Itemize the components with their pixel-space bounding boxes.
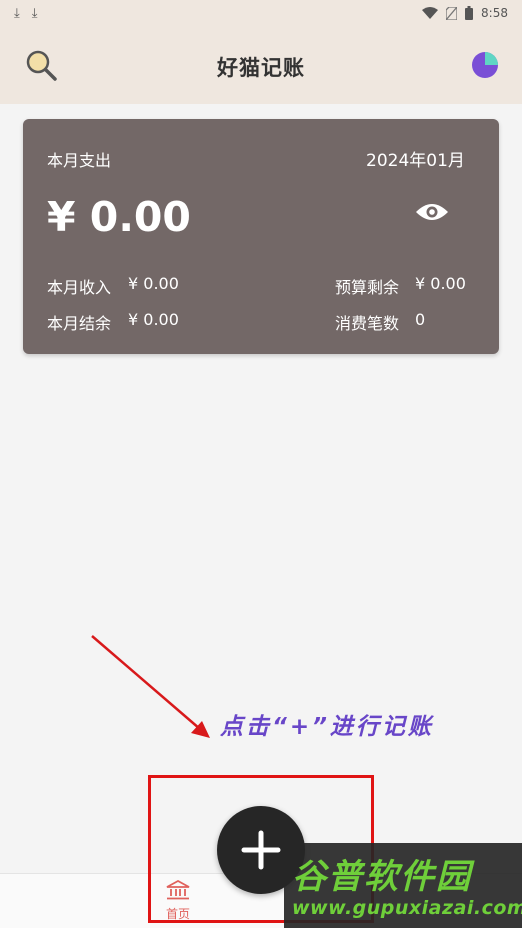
budget-label: 预算剩余	[335, 278, 400, 297]
annotation-text: 点击“+”进行记账	[220, 714, 434, 740]
watermark: 谷普软件园 www.gupuxiazai.com	[284, 843, 522, 928]
month-selector[interactable]: 2024年01月	[366, 146, 465, 171]
income-value: ¥ 0.00	[128, 274, 179, 293]
expense-label: 本月支出	[47, 151, 112, 170]
download-icon: ⤓	[14, 5, 20, 21]
watermark-brand: 谷普软件园	[292, 857, 472, 897]
wifi-icon	[422, 7, 439, 19]
status-time: 8:58	[481, 6, 508, 20]
page-title: 好猫记账	[217, 56, 305, 80]
watermark-url: www.gupuxiazai.com	[292, 897, 522, 919]
app-header: 好猫记账	[0, 26, 522, 104]
download-icon: ⤓	[31, 5, 38, 21]
income-label: 本月收入	[47, 278, 112, 297]
budget-value: ¥ 0.00	[415, 274, 466, 293]
balance-label: 本月结余	[47, 314, 112, 333]
status-bar: ⤓ ⤓ 8:58	[0, 0, 522, 26]
expense-amount: ¥ 0.00	[47, 193, 191, 241]
status-left: ⤓ ⤓	[14, 7, 38, 20]
count-value: 0	[415, 310, 426, 329]
no-sim-icon	[446, 6, 458, 20]
monthly-summary-card: 本月支出 2024年01月 ¥ 0.00 本月收入 ¥ 0.00 预算剩余 ¥ …	[23, 119, 499, 354]
balance-value: ¥ 0.00	[128, 310, 179, 329]
battery-icon	[465, 6, 474, 20]
count-label: 消费笔数	[335, 314, 400, 333]
pie-chart-icon[interactable]	[470, 50, 500, 80]
eye-icon[interactable]	[415, 201, 449, 223]
status-right: 8:58	[422, 6, 508, 20]
